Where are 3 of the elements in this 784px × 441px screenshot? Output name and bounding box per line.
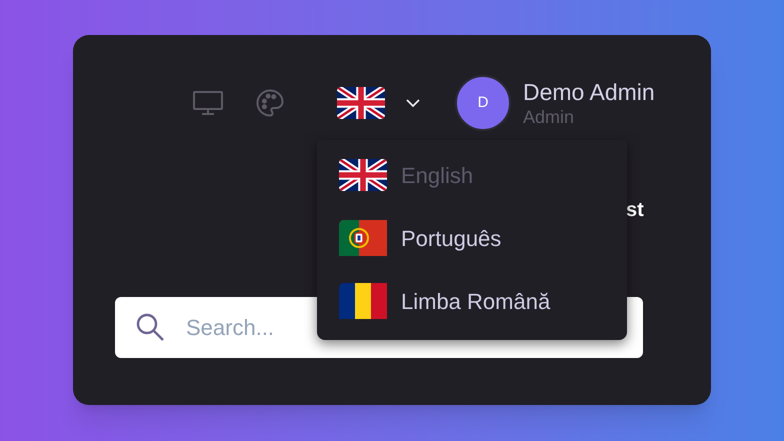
user-role: Admin (523, 106, 576, 128)
section-heading: st (626, 198, 644, 222)
user-name: Demo Admin (523, 78, 655, 106)
